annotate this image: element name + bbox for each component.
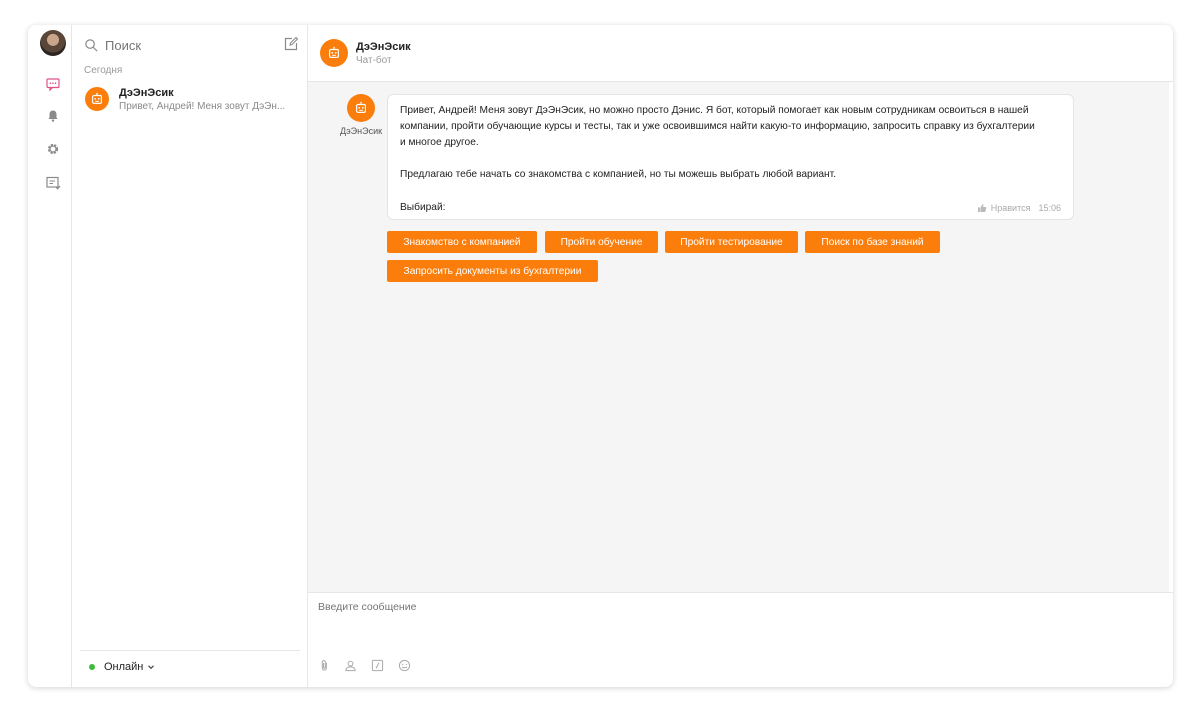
thumbs-up-icon (977, 203, 987, 212)
message-text-line: Привет, Андрей! Меня зовут ДэЭнЭсик, но … (400, 105, 1029, 116)
message-text-line: и многое другое. (400, 137, 479, 148)
search-bar (84, 35, 299, 55)
bell-icon[interactable] (45, 108, 61, 124)
status-label: Онлайн (104, 661, 144, 673)
action-button-testing[interactable]: Пройти тестирование (665, 231, 798, 253)
paperclip-icon[interactable] (317, 658, 331, 672)
robot-icon (356, 101, 366, 113)
gear-icon[interactable] (45, 141, 61, 157)
command-icon[interactable] (370, 658, 384, 672)
bot-avatar (85, 87, 109, 111)
compose-icon[interactable] (283, 36, 299, 52)
like-label: Нравится (990, 202, 1031, 213)
date-group-label: Сегодня (84, 65, 123, 76)
message-author: ДэЭнЭсик (339, 94, 383, 136)
robot-icon (329, 46, 339, 58)
chat-title: ДэЭнЭсик (356, 40, 411, 53)
user-avatar[interactable] (40, 30, 66, 56)
search-input[interactable] (105, 37, 265, 53)
message-text-line: Предлагаю тебе начать со знакомства с ко… (400, 169, 837, 180)
action-button-training[interactable]: Пройти обучение (545, 231, 658, 253)
left-rail (28, 25, 72, 687)
message-input[interactable] (318, 601, 1018, 613)
chat-list-item[interactable]: ДэЭнЭсик Привет, Андрей! Меня зовут ДэЭн… (78, 81, 300, 117)
message-composer (308, 592, 1173, 687)
chat-item-preview: Привет, Андрей! Меня зовут ДэЭн... (119, 100, 286, 112)
robot-icon (92, 92, 102, 104)
message-area: ДэЭнЭсик Привет, Андрей! Меня зовут ДэЭн… (308, 82, 1169, 592)
header-bot-avatar[interactable] (320, 39, 348, 67)
messenger-window: Сегодня ДэЭнЭсик Привет, Андрей! Меня зо… (28, 25, 1173, 687)
emoji-icon[interactable] (397, 658, 411, 672)
chat-icon[interactable] (45, 76, 61, 92)
status-selector[interactable]: Онлайн (80, 650, 300, 673)
message-time: 15:06 (1038, 202, 1061, 213)
chat-main: ДэЭнЭсик Чат-бот ДэЭнЭсик Привет, Андрей… (308, 25, 1173, 687)
chat-item-name: ДэЭнЭсик (119, 86, 174, 99)
action-button-knowledge-search[interactable]: Поиск по базе знаний (805, 231, 940, 253)
chat-subtitle: Чат-бот (356, 54, 392, 66)
message-text-line: Выбирай: (400, 202, 446, 213)
online-status-dot (89, 664, 95, 670)
action-button-request-documents[interactable]: Запросить документы из бухгалтерии (387, 260, 598, 282)
chat-list-sidebar: Сегодня ДэЭнЭсик Привет, Андрей! Меня зо… (73, 25, 308, 687)
action-button-company-intro[interactable]: Знакомство с компанией (387, 231, 537, 253)
chat-header: ДэЭнЭсик Чат-бот (308, 25, 1173, 82)
message-author-name: ДэЭнЭсик (339, 126, 383, 136)
like-button[interactable]: Нравится (977, 202, 1031, 213)
message-text-line: компании, пройти обучающие курсы и тесты… (400, 121, 1035, 132)
message-bot-avatar[interactable] (347, 94, 375, 122)
message-bubble: Привет, Андрей! Меня зовут ДэЭнЭсик, но … (387, 94, 1074, 220)
chevron-down-icon (148, 665, 155, 670)
search-icon (85, 38, 98, 52)
tasks-icon[interactable] (45, 175, 61, 191)
contact-icon[interactable] (343, 658, 357, 672)
